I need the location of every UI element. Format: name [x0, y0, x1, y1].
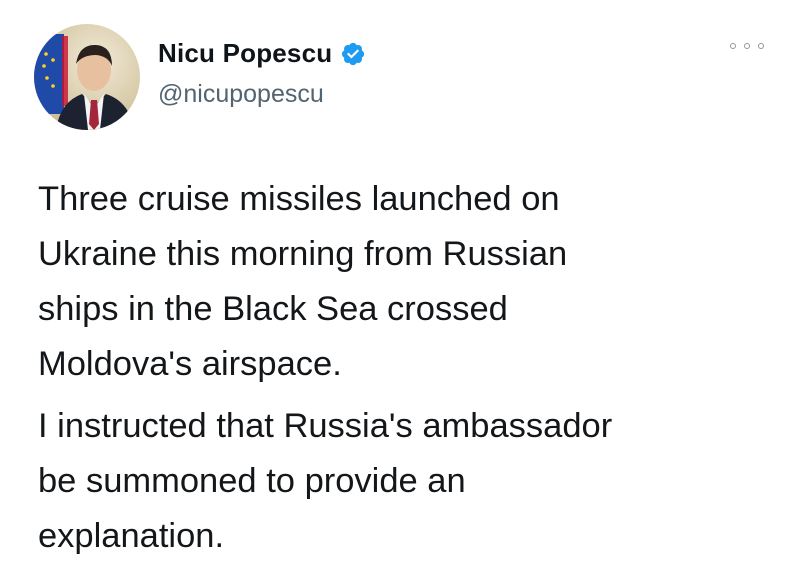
more-options-icon[interactable]: [730, 36, 764, 56]
more-dot: [744, 43, 750, 49]
more-dot: [758, 43, 764, 49]
verified-badge-icon: [340, 41, 366, 67]
more-dot: [730, 43, 736, 49]
tweet-paragraph: I instructed that Russia's ambassador be…: [38, 407, 613, 555]
tweet-card: Nicu Popescu @nicupopescu Three cruise m…: [0, 0, 800, 580]
tweet-text: Three cruise missiles launched on Ukrain…: [38, 172, 778, 564]
author-name-row: Nicu Popescu: [158, 38, 366, 69]
tweet-paragraph: Three cruise missiles launched on Ukrain…: [38, 180, 568, 383]
author-avatar[interactable]: [34, 24, 140, 130]
avatar-photo: [34, 24, 140, 130]
author-display-name[interactable]: Nicu Popescu: [158, 38, 332, 69]
author-handle[interactable]: @nicupopescu: [158, 80, 324, 109]
